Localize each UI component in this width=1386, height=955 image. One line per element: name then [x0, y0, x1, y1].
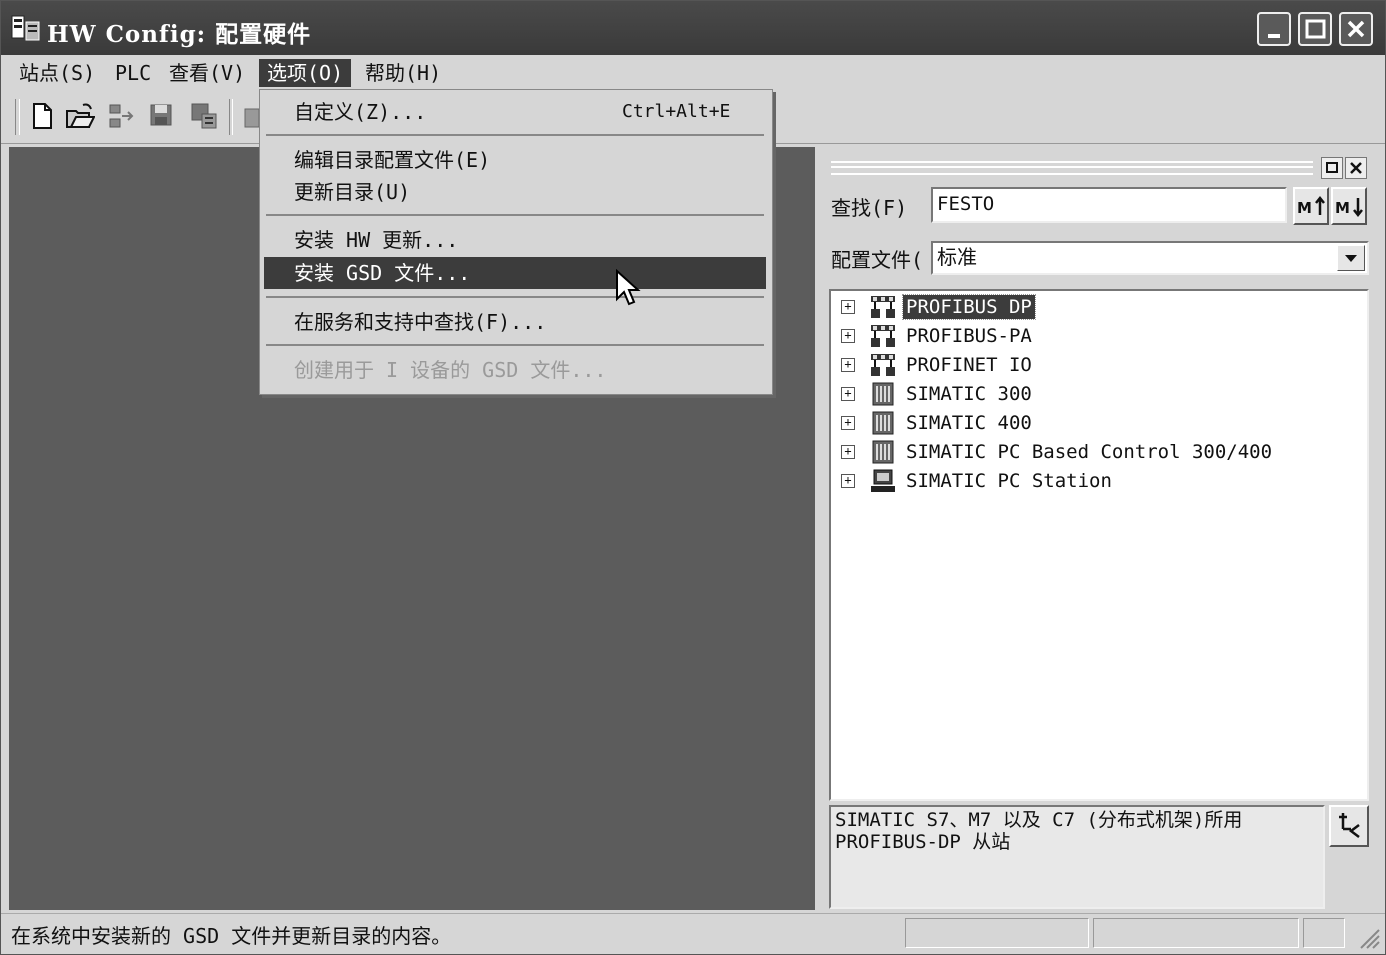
network-icon: [871, 354, 895, 376]
network-icon: [871, 296, 895, 318]
menu-separator: [266, 214, 764, 216]
tree-item-label: PROFIBUS DP: [902, 294, 1036, 320]
status-pane-3: [1303, 918, 1345, 948]
tree-item-label: SIMATIC PC Station: [906, 470, 1112, 492]
tree-item-label: SIMATIC PC Based Control 300/400: [906, 441, 1273, 463]
menu-item-shortcut: Ctrl+Alt+E: [622, 101, 731, 122]
catalog-close-button[interactable]: [1345, 157, 1367, 179]
chevron-down-icon: [1345, 255, 1357, 262]
find-label: 查找(F): [831, 196, 908, 220]
find-up-icon: M: [1297, 195, 1325, 217]
status-pane-1: [905, 918, 1089, 948]
info-arrow-icon: [1339, 813, 1360, 838]
hw-config-window: HW Config: 配置硬件 站点(S) PLC 查看(V) 选项(O) 帮助…: [0, 0, 1386, 955]
accessible-nodes-icon[interactable]: [107, 101, 137, 131]
close-icon: [1347, 20, 1365, 38]
new-icon[interactable]: [27, 101, 57, 131]
menu-help[interactable]: 帮助(H): [357, 59, 449, 87]
menu-item-customize[interactable]: 自定义(Z)... Ctrl+Alt+E: [264, 96, 766, 128]
status-pane-2: [1093, 918, 1299, 948]
menu-item-label: 安装 GSD 文件...: [294, 261, 471, 285]
options-menu-dropdown: 自定义(Z)... Ctrl+Alt+E 编辑目录配置文件(E) 更新目录(U)…: [259, 89, 773, 395]
menu-item-edit-catalog-profile[interactable]: 编辑目录配置文件(E): [264, 144, 766, 176]
network-icon: [871, 325, 895, 347]
menu-options[interactable]: 选项(O): [259, 59, 352, 87]
resize-grip-icon[interactable]: [1353, 922, 1381, 950]
profile-label: 配置文件(: [831, 248, 924, 272]
maximize-icon: [1305, 19, 1326, 39]
hw-config-app-icon: [11, 15, 40, 41]
close-icon: [1350, 162, 1362, 174]
expand-icon[interactable]: +: [841, 329, 855, 343]
expand-icon[interactable]: +: [841, 474, 855, 488]
expand-icon[interactable]: +: [841, 445, 855, 459]
close-button[interactable]: [1339, 12, 1373, 46]
toolbar-separator: [229, 99, 233, 135]
catalog-float-button[interactable]: [1321, 157, 1343, 179]
menu-item-label: 更新目录(U): [294, 180, 411, 204]
menu-item-label: 安装 HW 更新...: [294, 228, 459, 252]
svg-text:M: M: [1297, 199, 1312, 217]
find-input[interactable]: FESTO: [931, 187, 1287, 223]
menu-item-find-in-service-support[interactable]: 在服务和支持中查找(F)...: [264, 306, 766, 338]
save-icon[interactable]: [147, 101, 177, 131]
order-number-button[interactable]: [1329, 805, 1369, 847]
catalog-grip[interactable]: [831, 161, 1313, 175]
menu-separator: [266, 344, 764, 346]
mouse-cursor-icon: [616, 269, 641, 306]
status-bar: 在系统中安装新的 GSD 文件并更新目录的内容。: [1, 913, 1385, 954]
menu-item-install-hw-updates[interactable]: 安装 HW 更新...: [264, 224, 766, 256]
profile-select-value: 标准: [937, 245, 977, 269]
expand-icon[interactable]: +: [841, 358, 855, 372]
find-down-icon: M: [1335, 198, 1363, 218]
pc-icon: [871, 469, 895, 492]
find-up-button[interactable]: M: [1293, 187, 1329, 225]
menu-item-label: 自定义(Z)...: [294, 100, 427, 124]
expand-icon[interactable]: +: [841, 387, 855, 401]
menu-separator: [266, 296, 764, 298]
tree-item-label: SIMATIC 400: [906, 412, 1032, 434]
menu-item-install-gsd-file[interactable]: 安装 GSD 文件...: [264, 257, 766, 289]
restore-icon: [1326, 162, 1338, 173]
rack-icon: [872, 440, 894, 464]
tree-item-label: PROFINET IO: [906, 354, 1032, 376]
expand-icon[interactable]: +: [841, 416, 855, 430]
menu-item-label: 在服务和支持中查找(F)...: [294, 310, 547, 334]
maximize-button[interactable]: [1298, 12, 1332, 46]
description-line-1: SIMATIC S7、M7 以及 C7 (分布式机架)所用: [835, 809, 1243, 831]
menu-item-label: 创建用于 I 设备的 GSD 文件...: [294, 358, 607, 382]
rack-icon: [872, 382, 894, 406]
catalog-description: SIMATIC S7、M7 以及 C7 (分布式机架)所用 PROFIBUS-D…: [829, 805, 1325, 909]
find-down-button[interactable]: M: [1331, 187, 1367, 225]
minimize-icon: [1268, 34, 1280, 38]
menu-view[interactable]: 查看(V): [161, 59, 253, 87]
menu-station[interactable]: 站点(S): [11, 59, 103, 87]
menu-plc[interactable]: PLC: [107, 59, 159, 87]
menu-separator: [266, 134, 764, 136]
minimize-button[interactable]: [1257, 12, 1291, 46]
menu-item-update-catalog[interactable]: 更新目录(U): [264, 176, 766, 208]
title-bar[interactable]: HW Config: 配置硬件: [1, 1, 1385, 55]
open-folder-icon[interactable]: [65, 101, 95, 131]
description-line-2: PROFIBUS-DP 从站: [835, 831, 1011, 853]
expand-icon[interactable]: +: [841, 300, 855, 314]
menu-bar: 站点(S) PLC 查看(V) 选项(O) 帮助(H): [1, 55, 1385, 91]
hardware-catalog-panel: 查找(F) FESTO M M 配置文件( 标准 + PROFIBUS DP +…: [819, 147, 1377, 910]
status-text: 在系统中安装新的 GSD 文件并更新目录的内容。: [11, 924, 452, 948]
profile-select[interactable]: 标准: [931, 241, 1369, 275]
profile-dropdown-button[interactable]: [1337, 245, 1365, 271]
svg-text:M: M: [1335, 199, 1350, 217]
save-compile-icon[interactable]: [189, 101, 219, 131]
menu-item-create-gsd-for-i-device: 创建用于 I 设备的 GSD 文件...: [264, 354, 766, 386]
rack-icon: [872, 411, 894, 435]
catalog-tree[interactable]: + PROFIBUS DP + PROFIBUS-PA + PROFINET I…: [829, 289, 1369, 801]
toolbar-grip: [15, 99, 20, 135]
window-title: HW Config: 配置硬件: [47, 21, 312, 48]
menu-item-label: 编辑目录配置文件(E): [294, 148, 491, 172]
tree-item-label: SIMATIC 300: [906, 383, 1032, 405]
tree-item-label: PROFIBUS-PA: [906, 325, 1032, 347]
